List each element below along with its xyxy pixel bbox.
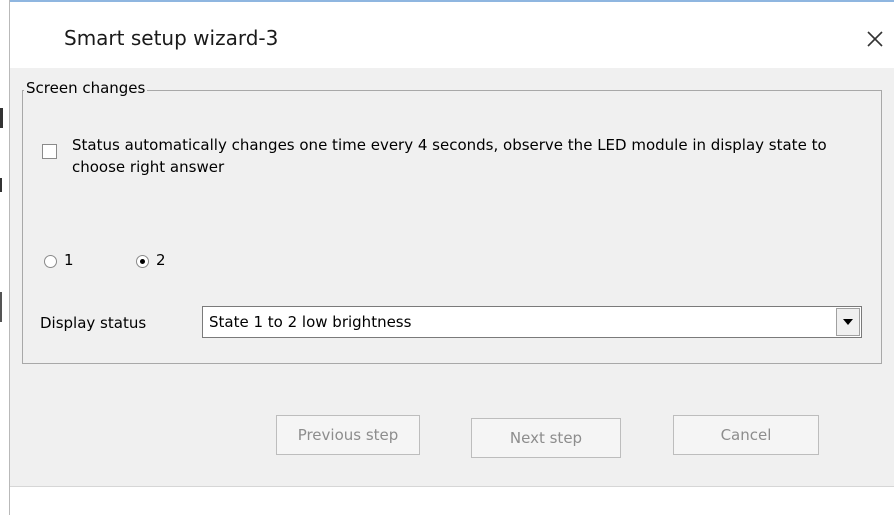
chevron-down-icon (843, 319, 853, 325)
dropdown-button[interactable] (836, 308, 860, 336)
previous-step-button[interactable]: Previous step (276, 415, 420, 455)
dialog-client-area: Screen changes Status automatically chan… (10, 68, 894, 486)
background-window-fragment (0, 108, 3, 128)
radio-selected-dot (140, 259, 145, 264)
close-icon[interactable] (864, 28, 886, 50)
auto-change-checkbox-label[interactable]: Status automatically changes one time ev… (72, 134, 872, 178)
background-window-fragment (0, 178, 2, 192)
display-status-value: State 1 to 2 low brightness (209, 313, 412, 331)
radio-option-2[interactable] (136, 255, 149, 268)
cancel-button[interactable]: Cancel (673, 415, 819, 455)
display-status-dropdown[interactable]: State 1 to 2 low brightness (202, 306, 862, 338)
title-bar: Smart setup wizard-3 (10, 0, 894, 68)
group-label: Screen changes (24, 79, 148, 97)
status-strip (10, 486, 894, 516)
next-step-button[interactable]: Next step (471, 418, 621, 458)
radio-option-2-label[interactable]: 2 (156, 251, 166, 269)
window-title: Smart setup wizard-3 (64, 26, 279, 50)
display-status-label: Display status (40, 314, 147, 332)
background-window-edge (0, 0, 10, 515)
auto-change-checkbox[interactable] (42, 144, 57, 159)
radio-option-1[interactable] (44, 255, 57, 268)
radio-option-1-label[interactable]: 1 (64, 251, 74, 269)
background-window-fragment (0, 292, 2, 322)
